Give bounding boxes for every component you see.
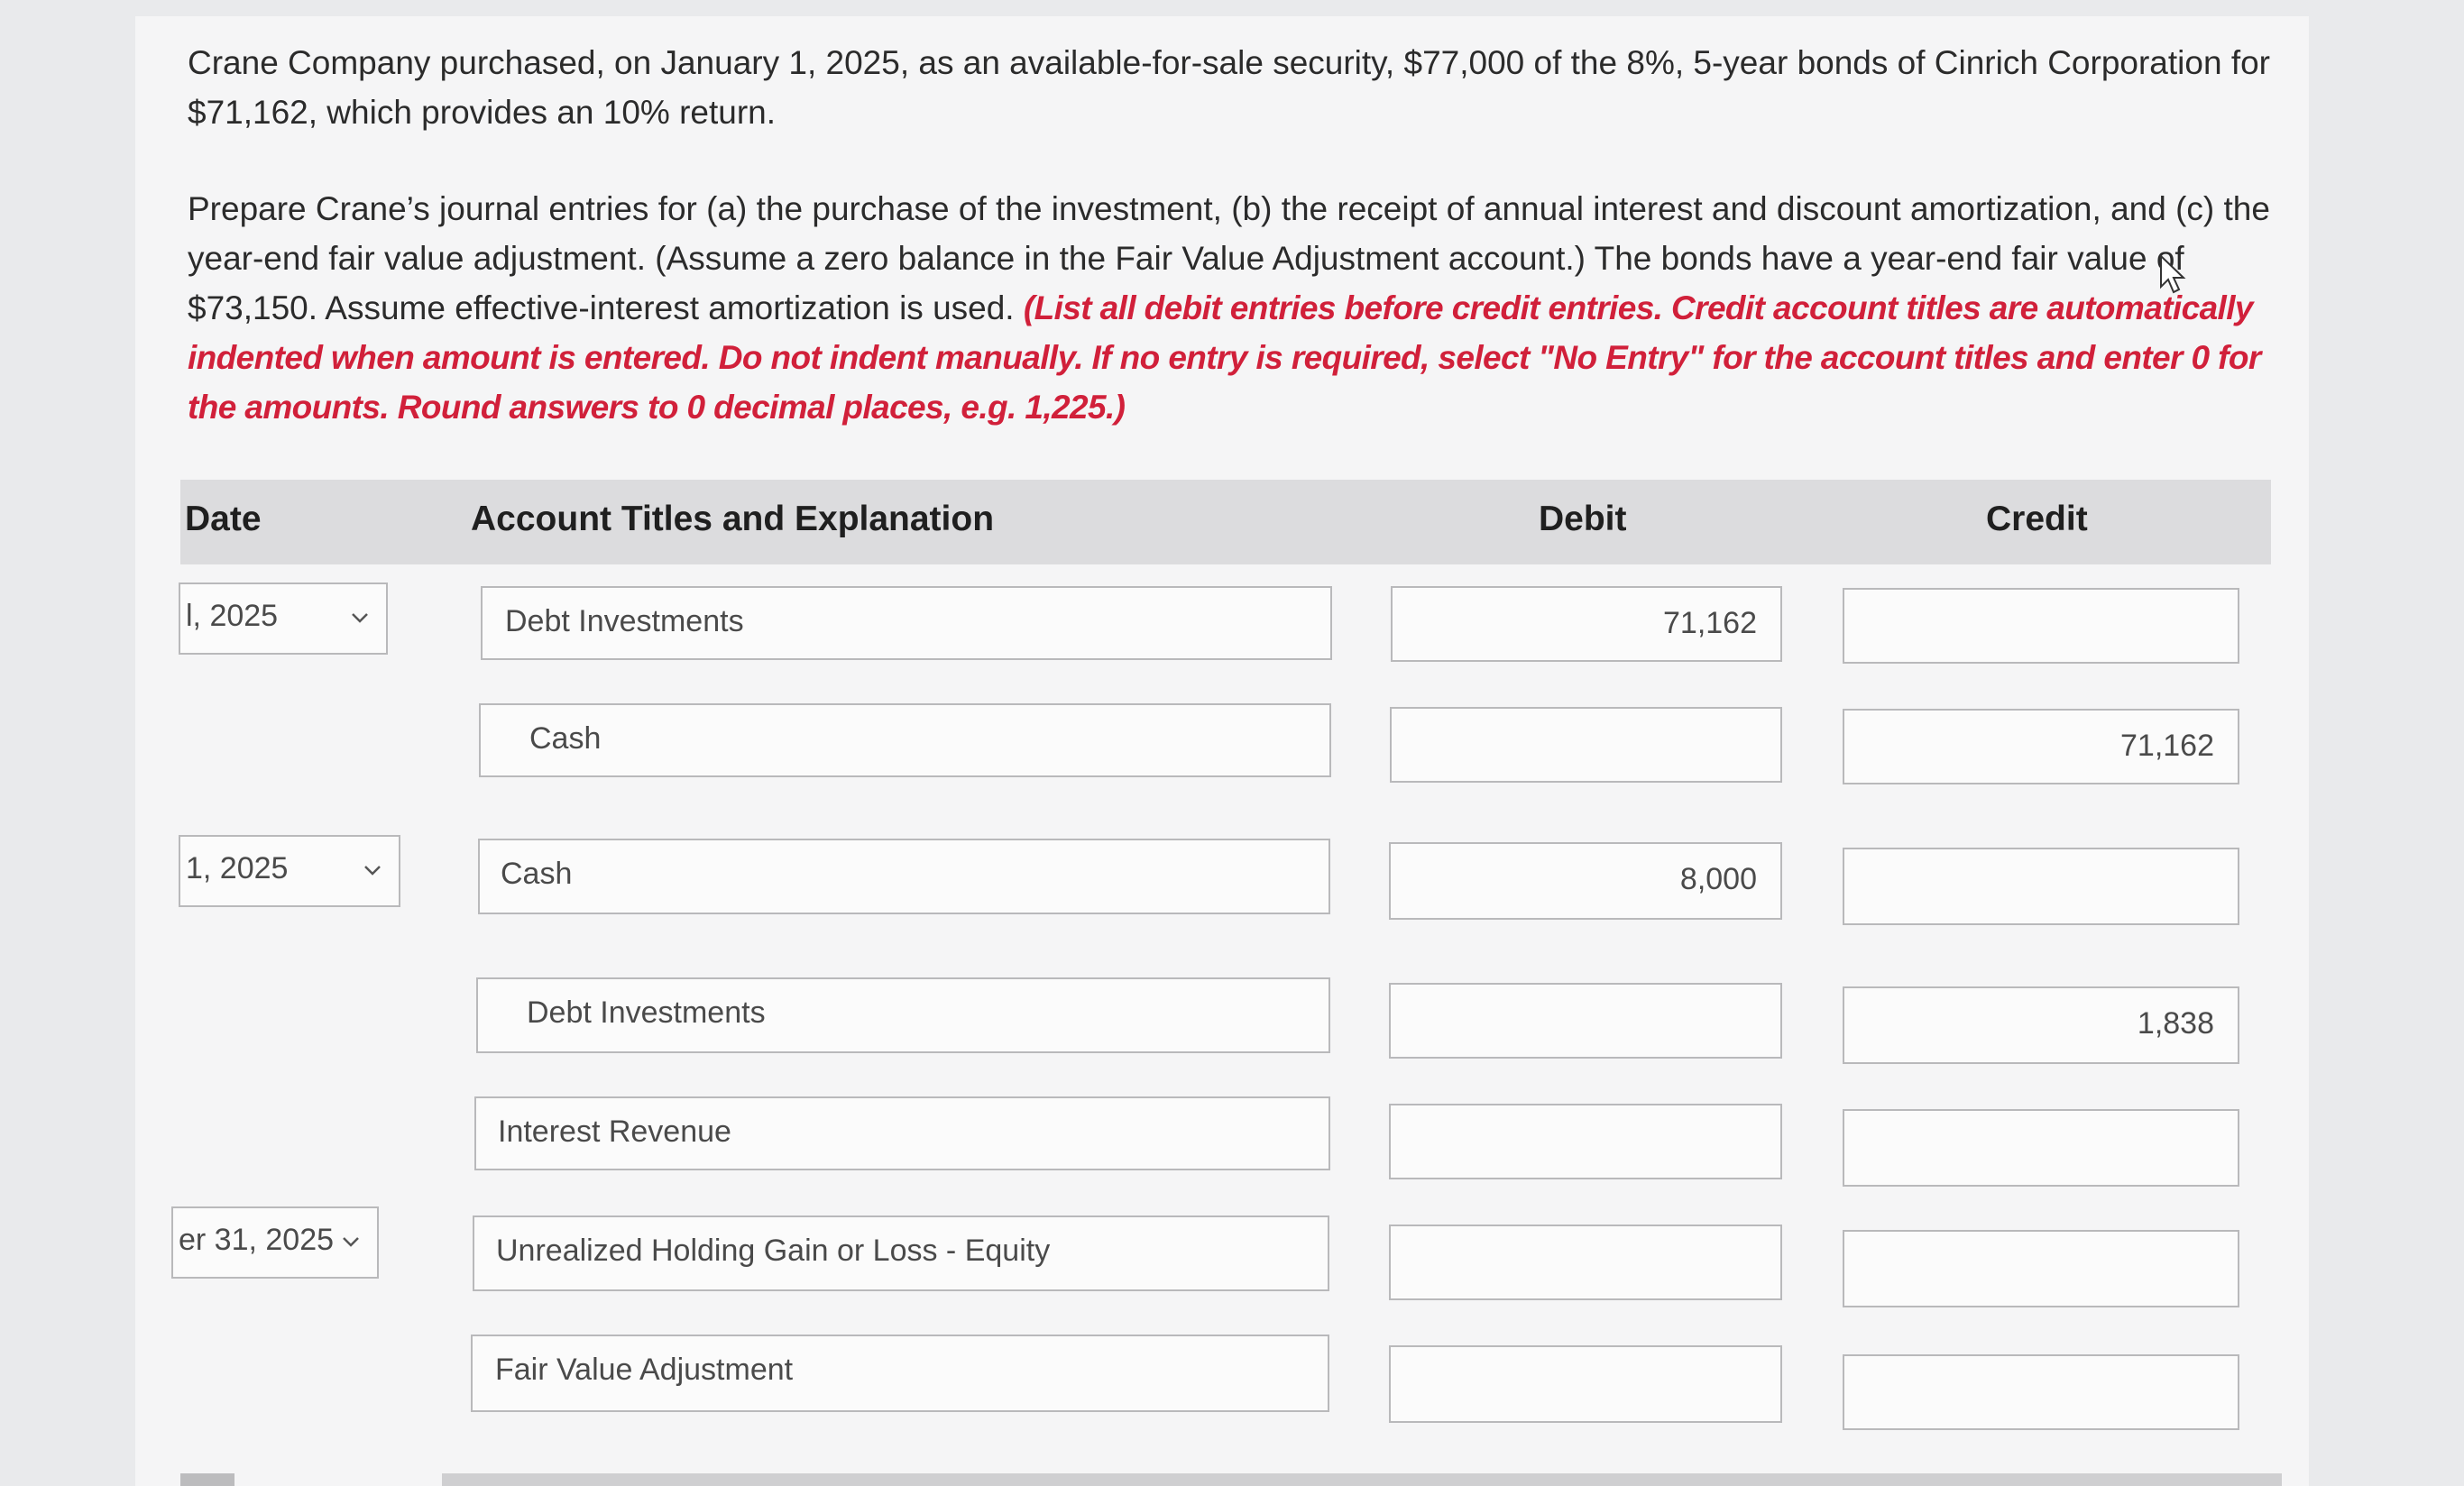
- credit-field-7[interactable]: [1843, 1354, 2239, 1430]
- credit-field-2[interactable]: 71,162: [1843, 709, 2239, 784]
- header-account: Account Titles and Explanation: [471, 500, 995, 538]
- account-field-2[interactable]: Cash: [479, 703, 1331, 777]
- debit-field-3[interactable]: 8,000: [1389, 842, 1782, 920]
- credit-field-4[interactable]: 1,838: [1843, 986, 2239, 1064]
- date-select-3[interactable]: er 31, 2025: [171, 1206, 379, 1279]
- problem-paragraph-1: Crane Company purchased, on January 1, 2…: [188, 44, 2270, 131]
- debit-field-5[interactable]: [1389, 1104, 1782, 1179]
- account-field-7[interactable]: Fair Value Adjustment: [471, 1335, 1329, 1412]
- bottom-scroll-stub: [180, 1473, 234, 1486]
- credit-field-6[interactable]: [1843, 1230, 2239, 1307]
- credit-field-5[interactable]: [1843, 1109, 2239, 1187]
- account-field-4[interactable]: Debt Investments: [476, 977, 1330, 1053]
- debit-field-7[interactable]: [1389, 1345, 1782, 1423]
- account-field-1[interactable]: Debt Investments: [481, 586, 1332, 660]
- header-credit: Credit: [1986, 500, 2088, 538]
- credit-field-3[interactable]: [1843, 848, 2239, 925]
- debit-field-2[interactable]: [1390, 707, 1782, 783]
- credit-field-1[interactable]: [1843, 588, 2239, 664]
- journal-table-header: Date Account Titles and Explanation Debi…: [180, 480, 2271, 564]
- account-field-3[interactable]: Cash: [478, 839, 1330, 914]
- chevron-down-icon: [343, 1237, 359, 1247]
- account-field-5[interactable]: Interest Revenue: [474, 1096, 1330, 1170]
- header-debit: Debit: [1539, 500, 1627, 538]
- debit-field-4[interactable]: [1389, 983, 1782, 1059]
- problem-paragraph-2: Prepare Crane’s journal entries for (a) …: [188, 184, 2289, 432]
- problem-text: Crane Company purchased, on January 1, 2…: [188, 38, 2289, 432]
- mouse-pointer-icon: [2160, 254, 2186, 294]
- chevron-down-icon: [364, 866, 381, 876]
- date-select-2[interactable]: 1, 2025: [179, 835, 400, 907]
- account-field-6[interactable]: Unrealized Holding Gain or Loss - Equity: [473, 1215, 1329, 1291]
- header-date: Date: [185, 500, 262, 538]
- debit-field-6[interactable]: [1389, 1225, 1782, 1300]
- chevron-down-icon: [352, 613, 368, 623]
- bottom-scroll-track[interactable]: [442, 1473, 2282, 1486]
- debit-field-1[interactable]: 71,162: [1391, 586, 1782, 662]
- date-select-1[interactable]: l, 2025: [179, 582, 388, 655]
